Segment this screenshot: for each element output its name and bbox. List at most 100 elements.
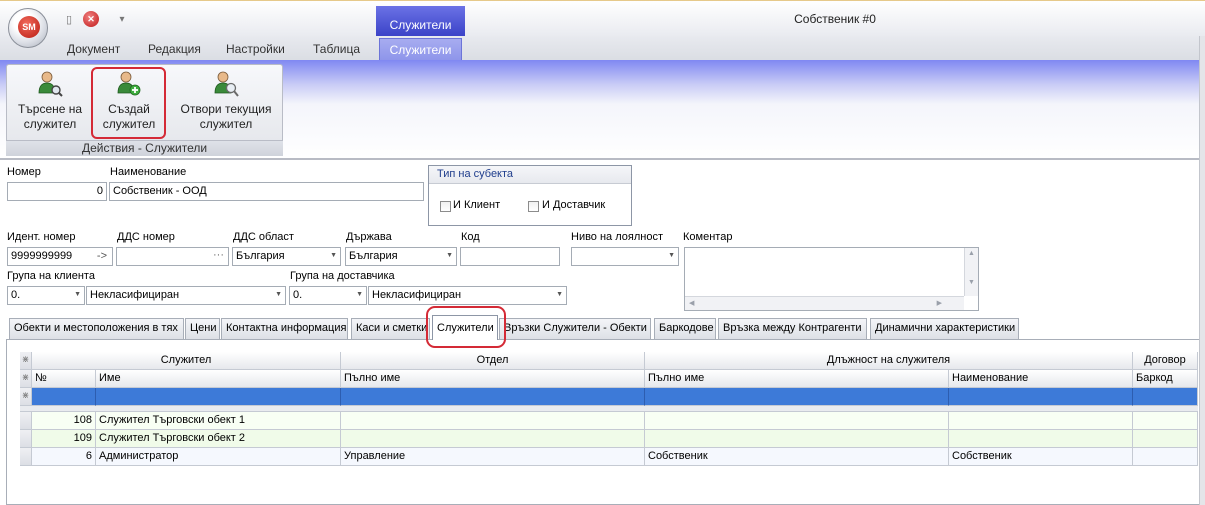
comment-label: Коментар [683,231,733,243]
title-bar [0,0,1205,36]
table-row-position-name[interactable]: Собственик [949,448,1133,466]
column-header-name[interactable]: Име [96,370,341,388]
comment-vscrollbar[interactable]: ▲ ▼ [964,248,978,296]
highlight-employees-tab [426,306,506,348]
new-row-cell[interactable] [341,388,645,406]
tab-dynamic-properties[interactable]: Динамични характеристики [870,318,1019,339]
column-header-number[interactable]: № [32,370,96,388]
save-icon[interactable]: ▯ [61,11,77,27]
employees-grid: ⋇ Служител Отдел Длъжност на служителя Д… [20,352,1198,505]
table-row-position-name[interactable] [949,430,1133,448]
tab-document[interactable]: Документ [67,42,120,56]
tab-contacts[interactable]: Контактна информация [221,318,348,339]
search-employee-icon [38,71,63,97]
quick-access-dropdown-icon[interactable]: ▾ [114,11,130,27]
tab-counterparty-links[interactable]: Връзка между Контрагенти [718,318,867,339]
tab-employees[interactable]: Служители [379,38,462,61]
group-header-employee[interactable]: Служител [32,352,341,370]
comment-hscrollbar[interactable]: ◀ ▶ [685,296,964,310]
client-group-label: Група на клиента [7,270,95,282]
table-row-position-full[interactable]: Собственик [645,448,949,466]
tab-cash-accounts[interactable]: Каси и сметки [351,318,430,339]
open-employee-label-1: Отвори текущия [180,102,272,116]
table-row-barcode[interactable] [1133,412,1198,430]
column-header-dept-full-name[interactable]: Пълно име [341,370,645,388]
scroll-down-icon[interactable]: ▼ [965,279,978,286]
open-employee-button[interactable]: Отвори текущия служител [176,70,276,132]
new-row-cell[interactable] [645,388,949,406]
search-employee-button[interactable]: Търсене на служител [12,70,88,132]
supplier-group-select[interactable]: Некласифициран ▼ [368,286,567,305]
vat-region-label: ДДС област [233,231,294,243]
new-row-cell[interactable] [32,388,96,406]
tab-edit[interactable]: Редакция [148,42,201,56]
new-row-cell[interactable] [1133,388,1198,406]
subject-type-title: Тип на субекта [429,166,631,184]
scroll-right-icon[interactable]: ▶ [937,299,942,307]
table-row-dept[interactable] [341,430,645,448]
name-field[interactable]: Собственик - ООД [109,182,424,201]
vat-number-field[interactable]: ··· [116,247,229,266]
table-row-position-full[interactable] [645,430,949,448]
open-employee-label-2: служител [199,117,253,131]
loyalty-select[interactable]: ▼ [571,247,679,266]
client-checkbox[interactable] [440,201,451,212]
column-header-position-full-name[interactable]: Пълно име [645,370,949,388]
group-header-position[interactable]: Длъжност на служителя [645,352,1133,370]
column-header-position-name[interactable]: Наименование [949,370,1133,388]
ident-number-label: Идент. номер [7,231,76,243]
tab-sites[interactable]: Обекти и местоположения в тях [9,318,184,339]
column-header-barcode[interactable]: Баркод [1133,370,1198,388]
vat-number-label: ДДС номер [117,231,175,243]
table-row-position-name[interactable] [949,412,1133,430]
table-row-position-full[interactable] [645,412,949,430]
tab-table[interactable]: Таблица [313,42,360,56]
client-group-code-select[interactable]: 0. ▼ [7,286,85,305]
name-label: Наименование [110,166,187,178]
code-field[interactable] [460,247,560,266]
row-indicator[interactable] [20,448,32,466]
vat-lookup-button[interactable]: ··· [213,249,224,261]
supplier-group-code: 0. [293,289,303,301]
table-row-name[interactable]: Служител Търговски обект 1 [96,412,341,430]
vat-region-select[interactable]: България ▼ [232,247,341,266]
scroll-left-icon[interactable]: ◀ [689,299,694,307]
table-row-barcode[interactable] [1133,430,1198,448]
chevron-down-icon: ▼ [668,252,675,259]
app-menu-button[interactable]: SM [8,8,48,48]
app-logo-icon: SM [18,16,40,38]
ident-lookup-arrow[interactable]: -> [97,250,107,262]
ident-number-field[interactable]: 9999999999 -> [7,247,113,266]
close-document-icon[interactable]: ✕ [83,11,99,27]
grid-corner-icon: ⋇ [20,370,32,388]
window-vscrollbar[interactable] [1199,36,1205,505]
client-group-select[interactable]: Некласифициран ▼ [86,286,286,305]
tab-prices[interactable]: Цени [185,318,220,339]
table-row-number[interactable]: 6 [32,448,96,466]
table-row-number[interactable]: 109 [32,430,96,448]
row-indicator[interactable] [20,430,32,448]
tab-employee-sites-links[interactable]: Връзки Служители - Обекти [499,318,651,339]
number-field[interactable]: 0 [7,182,107,201]
vat-region-value: България [236,250,285,262]
table-row-name[interactable]: Администратор [96,448,341,466]
new-row-cell[interactable] [96,388,341,406]
ident-number-value: 9999999999 [11,250,73,262]
scroll-up-icon[interactable]: ▲ [965,250,978,257]
supplier-checkbox[interactable] [528,201,539,212]
new-row-cell[interactable] [949,388,1133,406]
group-header-department[interactable]: Отдел [341,352,645,370]
tab-barcodes[interactable]: Баркодове [654,318,716,339]
group-header-contract[interactable]: Договор [1133,352,1198,370]
table-row-barcode[interactable] [1133,448,1198,466]
table-row-name[interactable]: Служител Търговски обект 2 [96,430,341,448]
table-row-dept[interactable]: Управление [341,448,645,466]
comment-textarea[interactable]: ▲ ▼ ◀ ▶ [684,247,979,311]
new-row-icon: ⋇ [20,388,32,406]
row-indicator[interactable] [20,412,32,430]
tab-settings[interactable]: Настройки [226,42,285,56]
supplier-group-code-select[interactable]: 0. ▼ [289,286,367,305]
table-row-dept[interactable] [341,412,645,430]
table-row-number[interactable]: 108 [32,412,96,430]
country-select[interactable]: България ▼ [345,247,457,266]
